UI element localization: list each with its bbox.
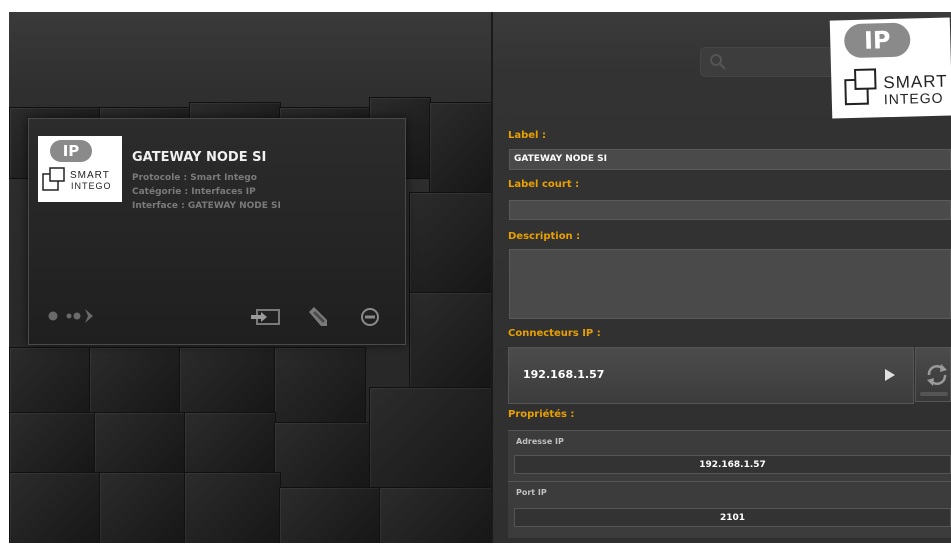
property-label: Adresse IP	[516, 437, 564, 446]
device-title: GATEWAY NODE SI	[132, 150, 267, 165]
ip-address-input[interactable]: 192.168.1.57	[514, 455, 951, 474]
refresh-icon	[927, 364, 947, 386]
bg-tile	[274, 347, 366, 429]
bg-tile	[279, 487, 381, 543]
search-icon	[710, 54, 726, 70]
property-ip-address: Adresse IP 192.168.1.57	[508, 430, 951, 481]
smart-intego-mark-icon	[42, 167, 65, 191]
import-icon	[251, 309, 280, 325]
device-list-pane: IP SMART INTEGO GATEWAY NODE SI Protocol…	[9, 12, 491, 543]
bg-tile	[184, 412, 276, 474]
properties-title: Propriétés :	[508, 409, 575, 420]
minus-circle-icon	[361, 308, 379, 326]
bg-tile	[379, 487, 491, 543]
bg-tile	[409, 292, 491, 389]
connectors-title: Connecteurs IP :	[508, 328, 601, 339]
bg-tile	[184, 472, 281, 543]
pencil-icon	[309, 307, 327, 326]
description-textarea[interactable]	[509, 249, 951, 319]
connection-status-icon	[48, 309, 93, 323]
logo-smart-text: SMART	[70, 170, 110, 181]
label-field-title: Label :	[508, 130, 546, 141]
bg-tile	[429, 102, 491, 194]
remove-button[interactable]	[360, 307, 380, 327]
device-protocol: Protocole : Smart Intego	[132, 173, 257, 183]
header-smart-intego-mark-icon	[844, 68, 877, 106]
app-window: IP SMART INTEGO GATEWAY NODE SI Protocol…	[9, 12, 951, 543]
bg-tile	[409, 192, 491, 294]
import-button[interactable]	[251, 308, 281, 326]
bg-tile	[99, 472, 186, 543]
bg-tile	[274, 422, 371, 489]
header-logo-intego-text: INTEGO	[883, 89, 944, 108]
label-input[interactable]: GATEWAY NODE SI	[509, 149, 951, 170]
bg-tile	[9, 412, 96, 474]
bg-tile	[94, 412, 186, 474]
smart-intego-logo: IP SMART INTEGO	[38, 136, 122, 202]
bg-tile	[9, 472, 101, 543]
bg-tile	[179, 347, 276, 414]
refresh-progress-track	[920, 392, 948, 396]
property-ip-port: Port IP 2101	[508, 481, 951, 538]
refresh-connectors-button[interactable]	[915, 347, 951, 402]
play-arrow-icon	[885, 369, 895, 381]
device-category: Catégorie : Interfaces IP	[132, 187, 256, 197]
property-label: Port IP	[516, 488, 547, 497]
ip-connector-address: 192.168.1.57	[523, 368, 605, 381]
header-ip-logo-pill: IP	[843, 22, 911, 59]
device-card[interactable]: IP SMART INTEGO GATEWAY NODE SI Protocol…	[28, 118, 406, 345]
short-label-input[interactable]	[509, 200, 951, 220]
header-smart-intego-logo: IP SMART INTEGO	[829, 17, 951, 119]
bg-tile	[369, 387, 491, 489]
logo-intego-text: INTEGO	[71, 181, 112, 191]
short-label-field-title: Label court :	[508, 179, 580, 190]
edit-button[interactable]	[305, 304, 331, 330]
description-field-title: Description :	[508, 231, 581, 242]
device-detail-pane: IP SMART INTEGO Label : GATEWAY NODE SI …	[493, 12, 951, 543]
device-interface: Interface : GATEWAY NODE SI	[132, 201, 281, 211]
ip-logo-pill: IP	[50, 140, 92, 162]
bg-tile	[89, 347, 181, 414]
ip-connector-item[interactable]: 192.168.1.57	[508, 347, 914, 404]
ip-port-input[interactable]: 2101	[514, 508, 951, 527]
